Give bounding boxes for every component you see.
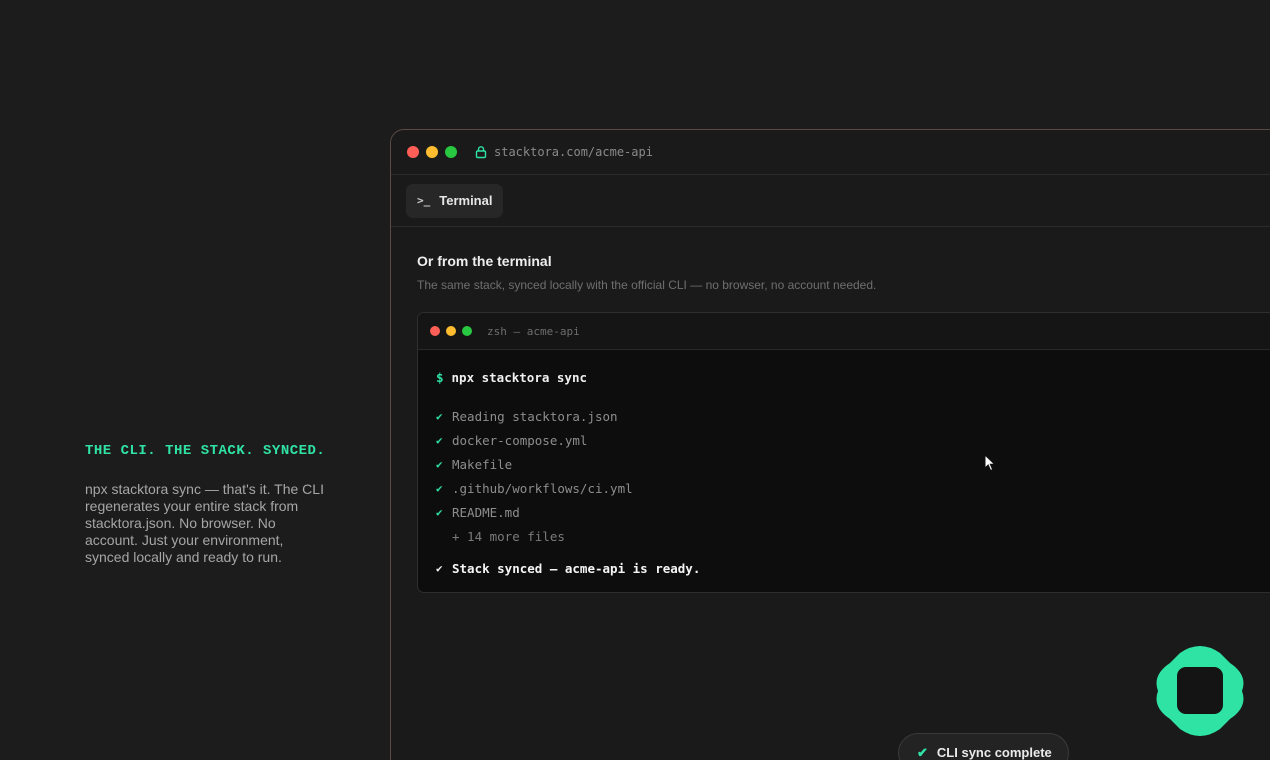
terminal-body: $ npx stacktora sync ✔ Reading stacktora.j…: [418, 350, 1270, 578]
check-icon: ✔: [917, 745, 928, 760]
output-line: ✔ .github/workflows/ci.yml: [436, 476, 1270, 500]
stacktora-logo-icon: [1156, 646, 1244, 736]
output-line: ✔ README.md: [436, 500, 1270, 524]
check-icon: ✔: [436, 505, 443, 519]
section-subtitle: The same stack, synced locally with the …: [417, 278, 877, 292]
minimize-window-button[interactable]: [426, 146, 438, 158]
terminal-maximize-dot: [462, 326, 472, 336]
sync-result-text: Stack synced — acme-api is ready.: [452, 560, 701, 576]
url-text: stacktora.com/acme-api: [494, 145, 653, 159]
output-text: README.md: [452, 504, 520, 520]
output-text: Reading stacktora.json: [452, 408, 618, 424]
maximize-window-button[interactable]: [445, 146, 457, 158]
page-content: Or from the terminal The same stack, syn…: [391, 227, 1270, 593]
tagline: THE CLI. THE STACK. SYNCED.: [85, 443, 326, 459]
output-text: docker-compose.yml: [452, 432, 588, 448]
address-bar[interactable]: stacktora.com/acme-api: [474, 145, 653, 159]
check-icon: ✔: [436, 561, 443, 575]
output-line: ✔ docker-compose.yml: [436, 428, 1270, 452]
output-line: ✔ Makefile: [436, 452, 1270, 476]
close-window-button[interactable]: [407, 146, 419, 158]
terminal-window: zsh — acme-api $ npx stacktora sync ✔ Read…: [417, 312, 1270, 593]
prompt-symbol: $: [436, 370, 444, 385]
tab-bar: >_ Terminal: [391, 175, 1270, 227]
browser-window: stacktora.com/acme-api >_ Terminal Or fr…: [390, 129, 1270, 760]
output-line: ✔ Reading stacktora.json: [436, 404, 1270, 428]
tab-label: Terminal: [439, 193, 493, 208]
output-text: Makefile: [452, 456, 513, 472]
tab-terminal[interactable]: >_ Terminal: [406, 183, 504, 218]
terminal-title: zsh — acme-api: [487, 324, 580, 338]
more-files-line: + 14 more files: [452, 528, 565, 544]
browser-titlebar: stacktora.com/acme-api: [391, 130, 1270, 175]
sync-result-line: ✔ Stack synced — acme-api is ready.: [436, 558, 1270, 578]
lock-icon: [475, 146, 487, 159]
prompt-icon: >_: [417, 194, 431, 207]
output-text: .github/workflows/ci.yml: [452, 480, 633, 496]
terminal-close-dot: [430, 326, 440, 336]
check-icon: ✔: [436, 433, 443, 447]
terminal-titlebar: zsh — acme-api: [418, 313, 1270, 350]
terminal-minimize-dot: [446, 326, 456, 336]
mouse-pointer-icon: [984, 454, 996, 472]
check-icon: ✔: [436, 481, 443, 495]
terminal-command: npx stacktora sync: [451, 370, 587, 385]
terminal-output: ✔ Reading stacktora.json ✔ docker-compose.…: [436, 404, 1270, 548]
terminal-command-line: $ npx stacktora sync: [436, 370, 1270, 388]
sync-complete-toast[interactable]: ✔ CLI sync complete: [898, 733, 1069, 760]
section-title: Or from the terminal: [417, 253, 552, 269]
check-icon: ✔: [436, 409, 443, 423]
toast-label: CLI sync complete: [936, 745, 1052, 760]
marketing-blurb: npx stacktora sync — that's it. The CLI …: [85, 481, 324, 565]
check-icon: ✔: [436, 457, 443, 471]
